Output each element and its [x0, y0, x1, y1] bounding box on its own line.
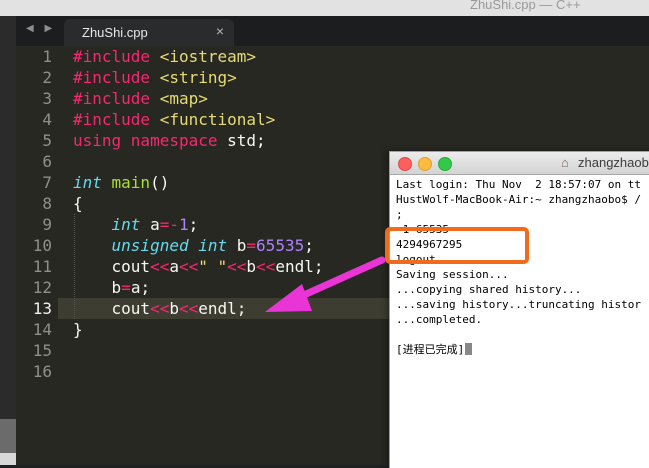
magenta-arrow — [265, 256, 386, 312]
